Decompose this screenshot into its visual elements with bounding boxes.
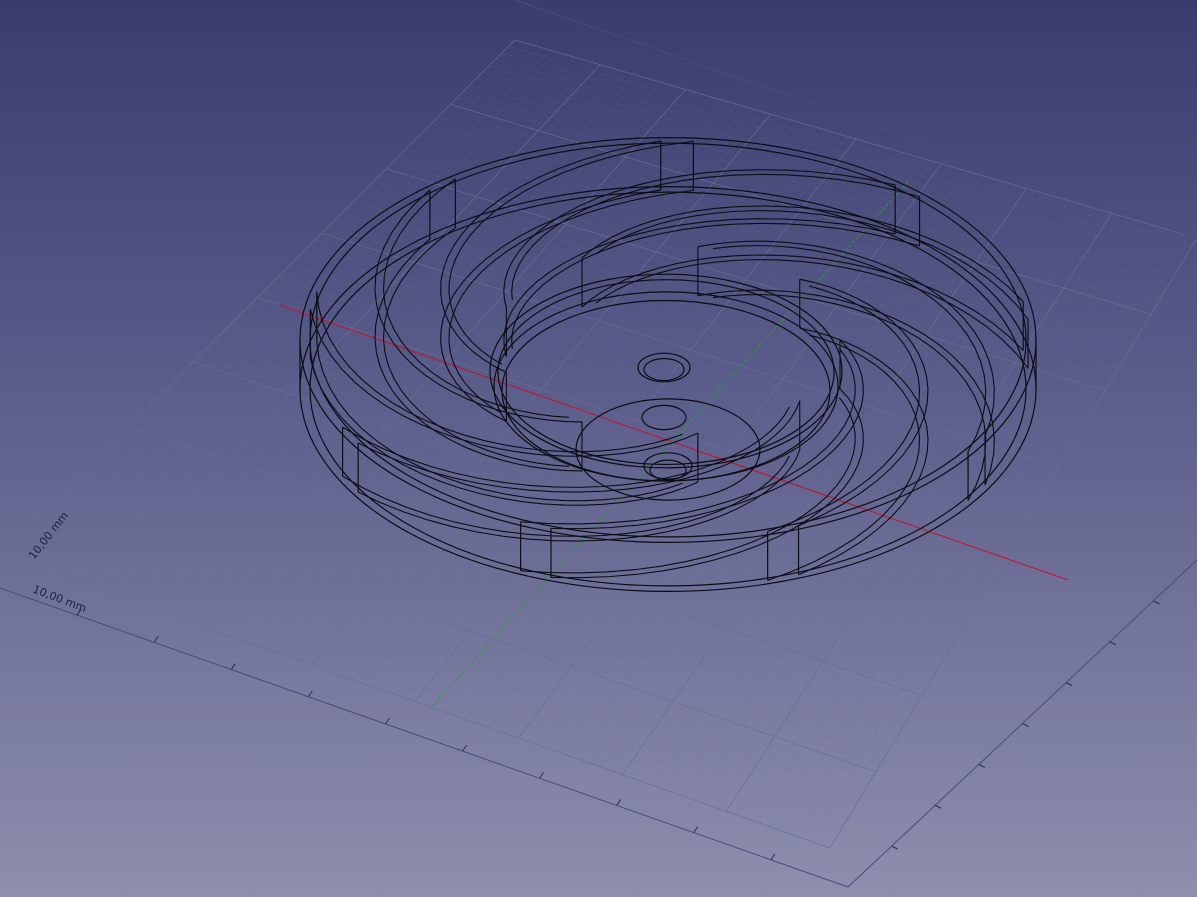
grid-dimension-label-horizontal: 10,00 mm — [31, 583, 88, 615]
scene-canvas[interactable]: 10,00 mm 10,00 mm — [0, 0, 1197, 897]
grid-line — [0, 554, 831, 849]
tick-mark — [1153, 600, 1160, 605]
tick-mark — [153, 636, 159, 643]
blade-edge — [712, 294, 987, 501]
blade-edge — [520, 348, 856, 525]
hub-disc — [575, 398, 761, 501]
tick-mark — [230, 663, 236, 670]
tick-mark — [1065, 682, 1073, 687]
tick-mark — [616, 799, 622, 806]
grid-line — [257, 297, 1014, 544]
grid-line — [64, 490, 877, 773]
bore-top-inner — [643, 357, 685, 382]
tick-mark — [462, 744, 467, 752]
tick-mark — [1022, 723, 1029, 727]
tick-mark — [935, 804, 942, 809]
tick-mark — [770, 853, 776, 861]
blade-edge — [767, 285, 921, 532]
3d-viewport[interactable]: 10,00 mm 10,00 mm — [0, 0, 1197, 897]
blade-edge — [798, 327, 929, 576]
grid-fine-lines — [6, 42, 1193, 845]
blade-edge — [316, 291, 683, 453]
tick-mark — [891, 845, 898, 850]
blade-edge — [440, 140, 661, 373]
blade-edge — [503, 169, 896, 308]
eye-ring-inner — [497, 279, 835, 466]
tick-mark — [307, 690, 313, 698]
grid-line — [829, 237, 1197, 849]
grid-dimension-label-vertical: 10,00 mm — [26, 509, 71, 561]
grid-line — [622, 188, 1027, 776]
eye-ring-lower-inner — [501, 299, 831, 482]
blade — [581, 205, 1029, 369]
tick-mark — [693, 826, 699, 833]
tick-mark — [978, 763, 986, 768]
bore-top-outer — [637, 352, 691, 383]
bore-mid — [641, 404, 687, 431]
grid-boundary — [514, 0, 1197, 239]
tick-mark — [385, 717, 390, 725]
blade-edge — [382, 178, 570, 418]
tick-mark — [539, 771, 545, 779]
tick-mark — [1109, 641, 1116, 646]
blade-edge — [595, 259, 1029, 369]
grid-line — [725, 213, 1113, 812]
